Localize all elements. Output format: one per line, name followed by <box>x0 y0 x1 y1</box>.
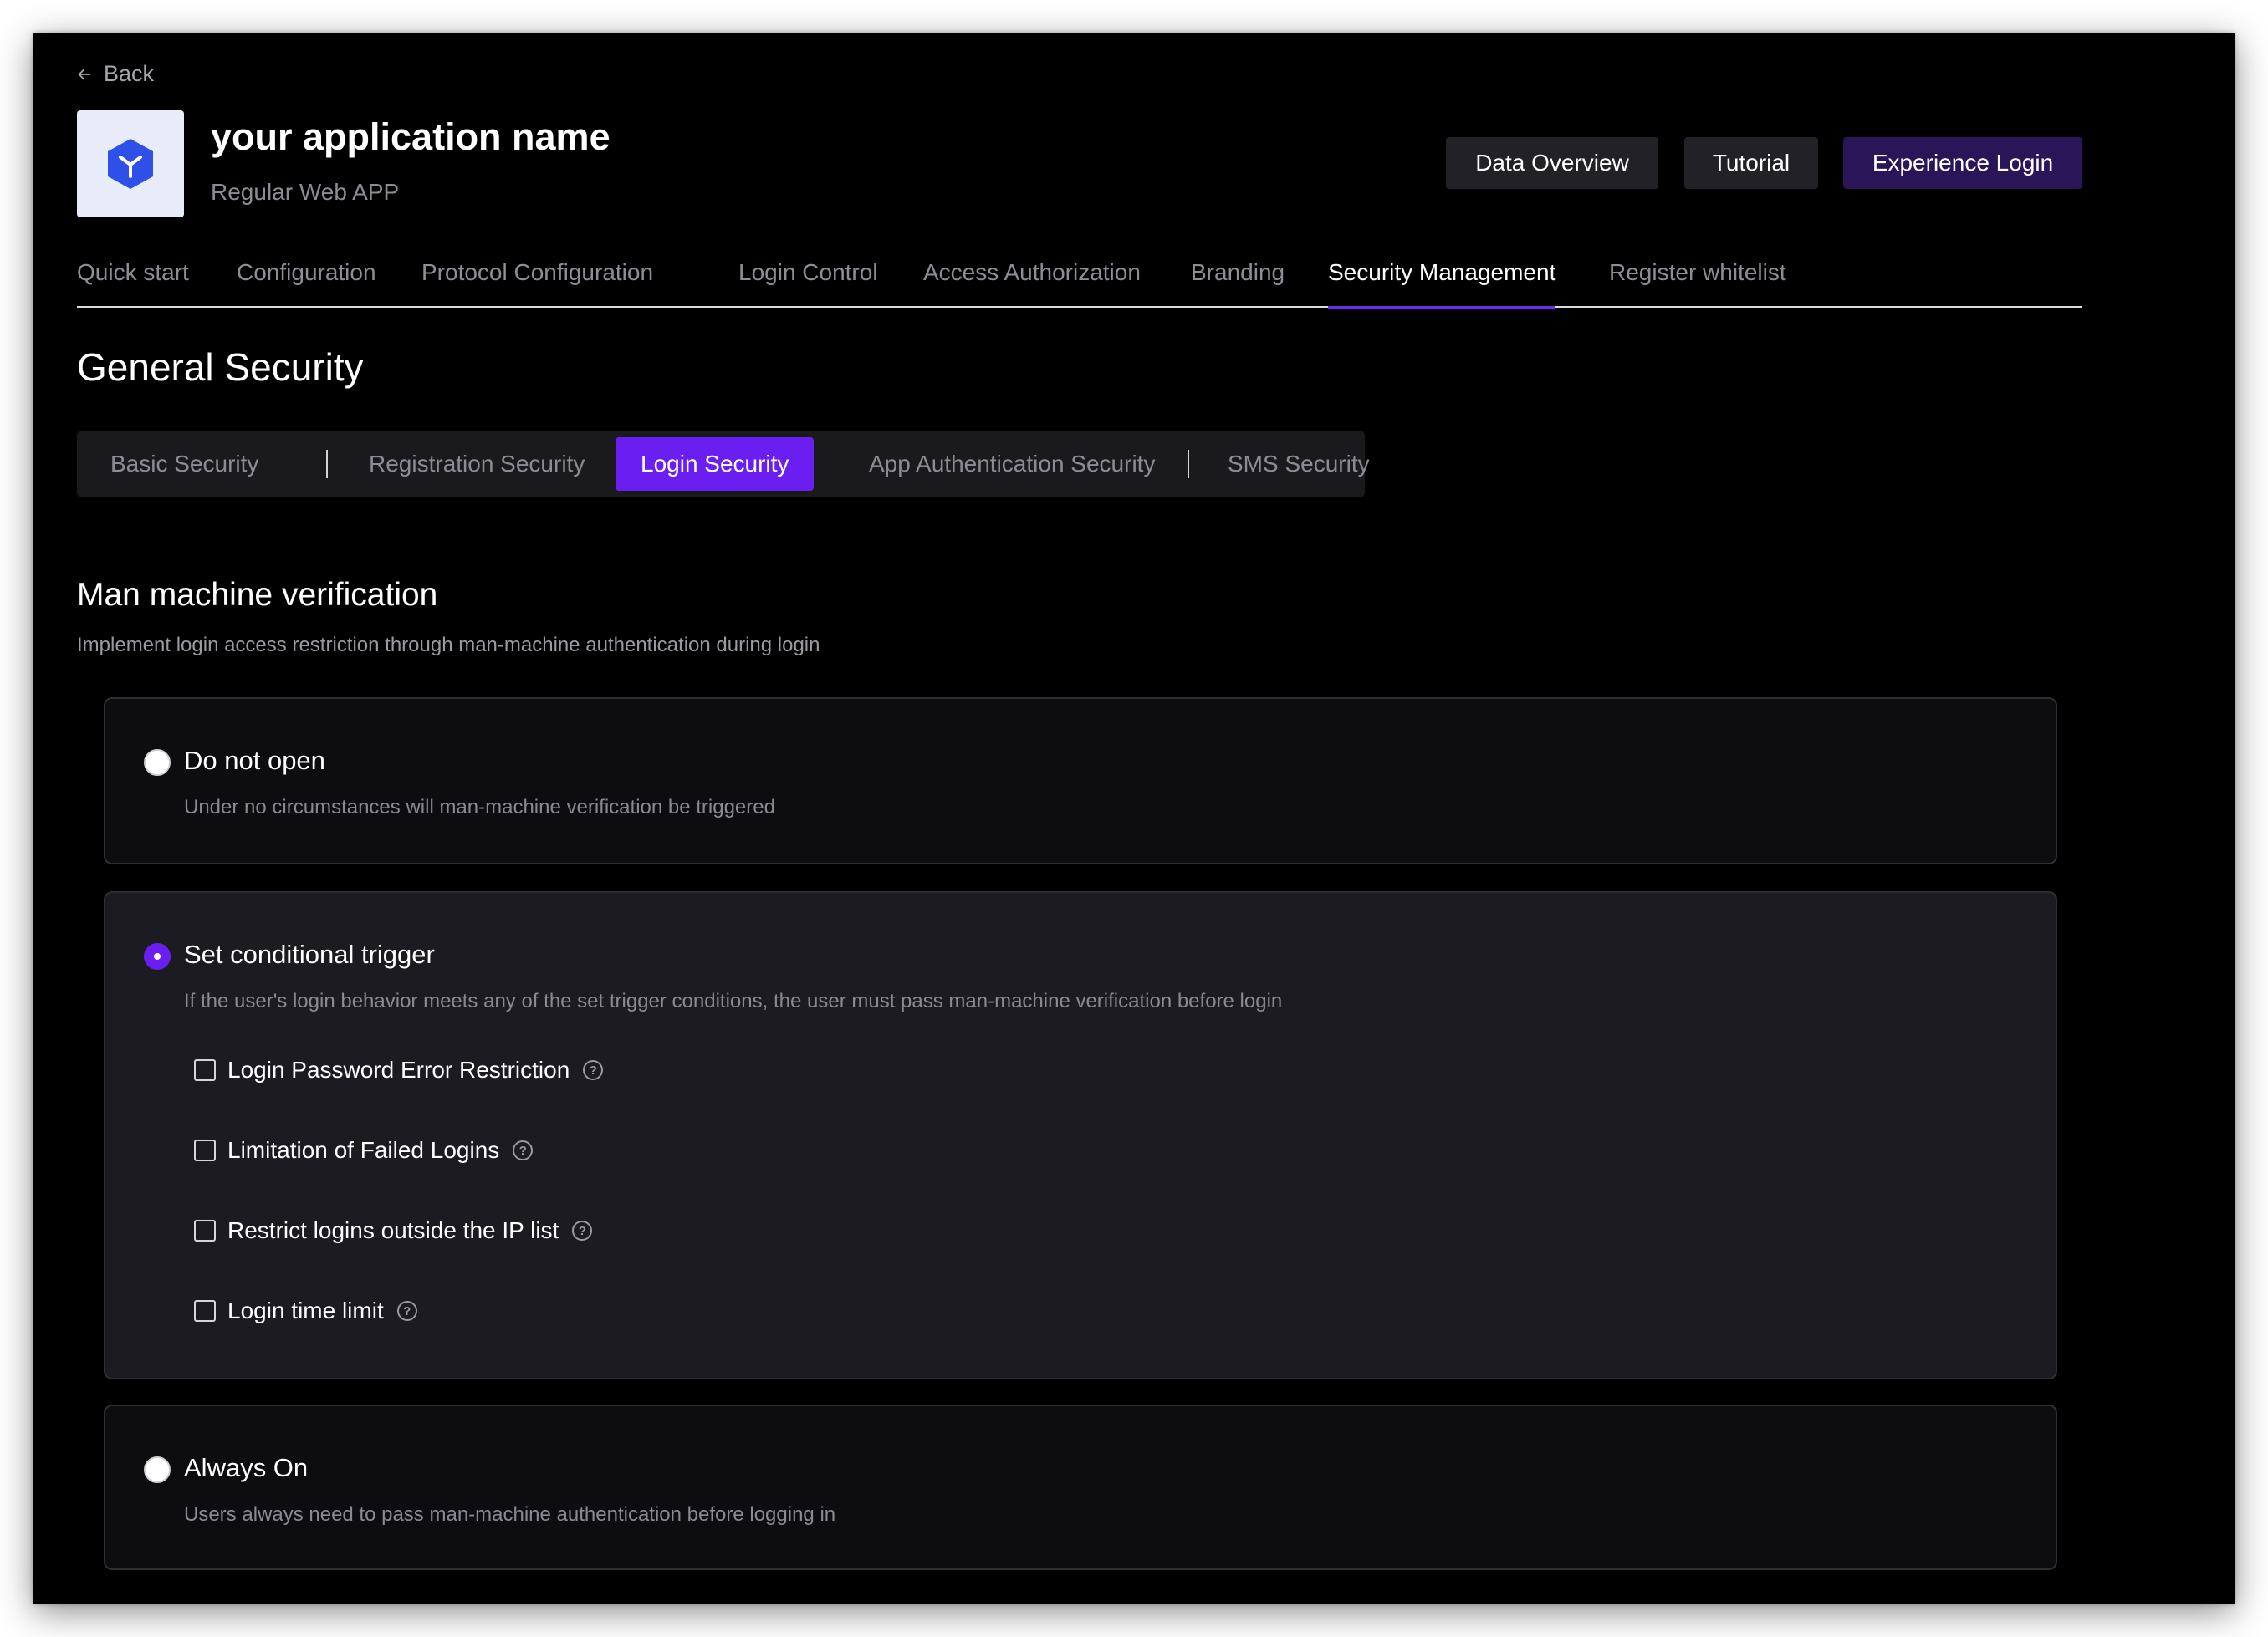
tab-security-management[interactable]: Security Management <box>1328 259 1556 309</box>
checkbox[interactable] <box>194 1220 216 1242</box>
app-logo <box>77 110 184 217</box>
radio-always-on[interactable] <box>144 1456 171 1483</box>
condition-password-error[interactable]: Login Password Error Restriction ? <box>194 1053 604 1087</box>
help-icon[interactable]: ? <box>583 1060 604 1080</box>
option-description: If the user's login behavior meets any o… <box>184 990 1283 1012</box>
condition-label[interactable]: Login Password Error Restriction <box>227 1057 570 1084</box>
option-label[interactable]: Set conditional trigger <box>184 940 435 970</box>
cube-icon <box>108 139 153 189</box>
security-subtabs: Basic Security Registration Security Log… <box>77 431 1370 497</box>
subtab-sms-security[interactable]: SMS Security <box>1203 437 1395 491</box>
option-card-conditional-trigger[interactable]: Set conditional trigger If the user's lo… <box>104 891 2057 1379</box>
data-overview-button[interactable]: Data Overview <box>1446 137 1658 189</box>
tab-quick-start[interactable]: Quick start <box>77 259 189 308</box>
radio-do-not-open[interactable] <box>144 749 171 776</box>
app-type: Regular Web APP <box>211 179 400 205</box>
app-window: Back your application name Regular Web A… <box>33 33 2235 1604</box>
verification-title: Man machine verification <box>77 577 438 613</box>
tab-register-whitelist[interactable]: Register whitelist <box>1609 259 1786 308</box>
tab-protocol-configuration[interactable]: Protocol Configuration <box>421 259 653 308</box>
verification-description: Implement login access restriction throu… <box>77 634 820 656</box>
option-card-always-on[interactable]: Always On Users always need to pass man-… <box>104 1405 2057 1570</box>
help-icon[interactable]: ? <box>513 1140 534 1160</box>
condition-failed-logins[interactable]: Limitation of Failed Logins ? <box>194 1134 534 1167</box>
subtab-login-security[interactable]: Login Security <box>616 437 815 491</box>
arrow-left-icon <box>78 69 91 79</box>
condition-label[interactable]: Limitation of Failed Logins <box>227 1137 499 1164</box>
checkbox[interactable] <box>194 1300 216 1322</box>
back-label: Back <box>104 61 155 86</box>
condition-label[interactable]: Restrict logins outside the IP list <box>227 1217 559 1244</box>
page-title: General Security <box>77 345 364 389</box>
help-icon[interactable]: ? <box>396 1301 417 1321</box>
tab-login-control[interactable]: Login Control <box>738 259 878 308</box>
radio-conditional-trigger[interactable] <box>144 943 171 970</box>
option-description: Under no circumstances will man-machine … <box>184 796 775 818</box>
tab-branding[interactable]: Branding <box>1191 259 1285 308</box>
experience-login-button[interactable]: Experience Login <box>1843 137 2082 189</box>
option-description: Users always need to pass man-machine au… <box>184 1503 836 1526</box>
condition-login-time[interactable]: Login time limit ? <box>194 1294 417 1328</box>
main-tabs: Quick start Configuration Protocol Confi… <box>77 259 2082 309</box>
option-label[interactable]: Do not open <box>184 746 325 776</box>
option-label[interactable]: Always On <box>184 1453 308 1483</box>
app-name: your application name <box>211 115 610 158</box>
subtab-divider <box>326 450 328 478</box>
condition-ip-list[interactable]: Restrict logins outside the IP list ? <box>194 1214 593 1247</box>
option-card-do-not-open[interactable]: Do not open Under no circumstances will … <box>104 697 2057 864</box>
subtab-app-authentication-security[interactable]: App Authentication Security <box>844 437 1180 491</box>
tab-configuration[interactable]: Configuration <box>237 259 376 308</box>
subtab-basic-security[interactable]: Basic Security <box>85 437 284 491</box>
subtab-registration-security[interactable]: Registration Security <box>344 437 610 491</box>
checkbox[interactable] <box>194 1140 216 1161</box>
help-icon[interactable]: ? <box>572 1221 593 1241</box>
tutorial-button[interactable]: Tutorial <box>1684 137 1818 189</box>
checkbox[interactable] <box>194 1059 216 1081</box>
condition-label[interactable]: Login time limit <box>227 1298 384 1324</box>
back-link[interactable]: Back <box>75 61 154 87</box>
subtab-divider <box>1188 450 1189 478</box>
tab-access-authorization[interactable]: Access Authorization <box>923 259 1141 308</box>
